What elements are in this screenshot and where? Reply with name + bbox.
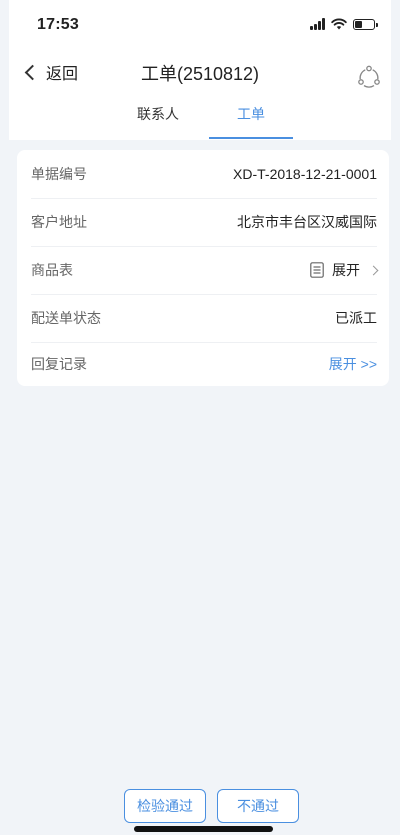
row-product-list[interactable]: 商品表 展开 xyxy=(31,246,379,295)
row-delivery-status: 配送单状态 已派工 xyxy=(31,294,377,343)
row-label: 回复记录 xyxy=(31,356,87,372)
signal-icon xyxy=(310,18,325,30)
share-icon[interactable] xyxy=(357,65,381,89)
tab-workorder[interactable]: 工单 xyxy=(209,104,293,124)
tab-active-indicator xyxy=(209,137,293,139)
row-label: 配送单状态 xyxy=(31,310,101,326)
wifi-icon xyxy=(331,18,347,30)
row-label: 单据编号 xyxy=(31,166,87,182)
status-time: 17:53 xyxy=(37,16,79,33)
status-icons xyxy=(310,18,378,30)
header: 17:53 返回 工单(2510812) 联系人 工单 xyxy=(9,0,391,140)
customer-address-value: 北京市丰台区汉威国际 xyxy=(237,214,377,230)
row-label: 商品表 xyxy=(31,262,73,278)
delivery-status-value: 已派工 xyxy=(335,310,377,326)
fail-inspection-button[interactable]: 不通过 xyxy=(217,789,299,823)
tab-bar: 联系人 工单 xyxy=(9,100,391,140)
product-list-expand[interactable]: 展开 xyxy=(310,260,379,280)
row-customer-address: 客户地址 北京市丰台区汉威国际 xyxy=(31,198,377,247)
battery-icon xyxy=(353,18,378,30)
page-title: 工单(2510812) xyxy=(140,64,260,84)
pass-inspection-button[interactable]: 检验通过 xyxy=(124,789,206,823)
chevron-right-icon xyxy=(368,265,379,275)
list-icon xyxy=(310,262,324,278)
order-number-value: XD-T-2018-12-21-0001 xyxy=(233,166,377,182)
row-order-number: 单据编号 XD-T-2018-12-21-0001 xyxy=(31,150,377,199)
battery-fill xyxy=(355,20,362,28)
product-list-expand-label: 展开 xyxy=(332,262,360,278)
reply-records-expand-link[interactable]: 展开 >> xyxy=(329,354,377,374)
detail-card: 单据编号 XD-T-2018-12-21-0001 客户地址 北京市丰台区汉威国… xyxy=(17,150,389,386)
row-reply-records: 回复记录 展开 >> xyxy=(31,342,377,386)
row-label: 客户地址 xyxy=(31,214,87,230)
home-indicator xyxy=(134,826,273,832)
tab-contacts[interactable]: 联系人 xyxy=(116,104,200,124)
